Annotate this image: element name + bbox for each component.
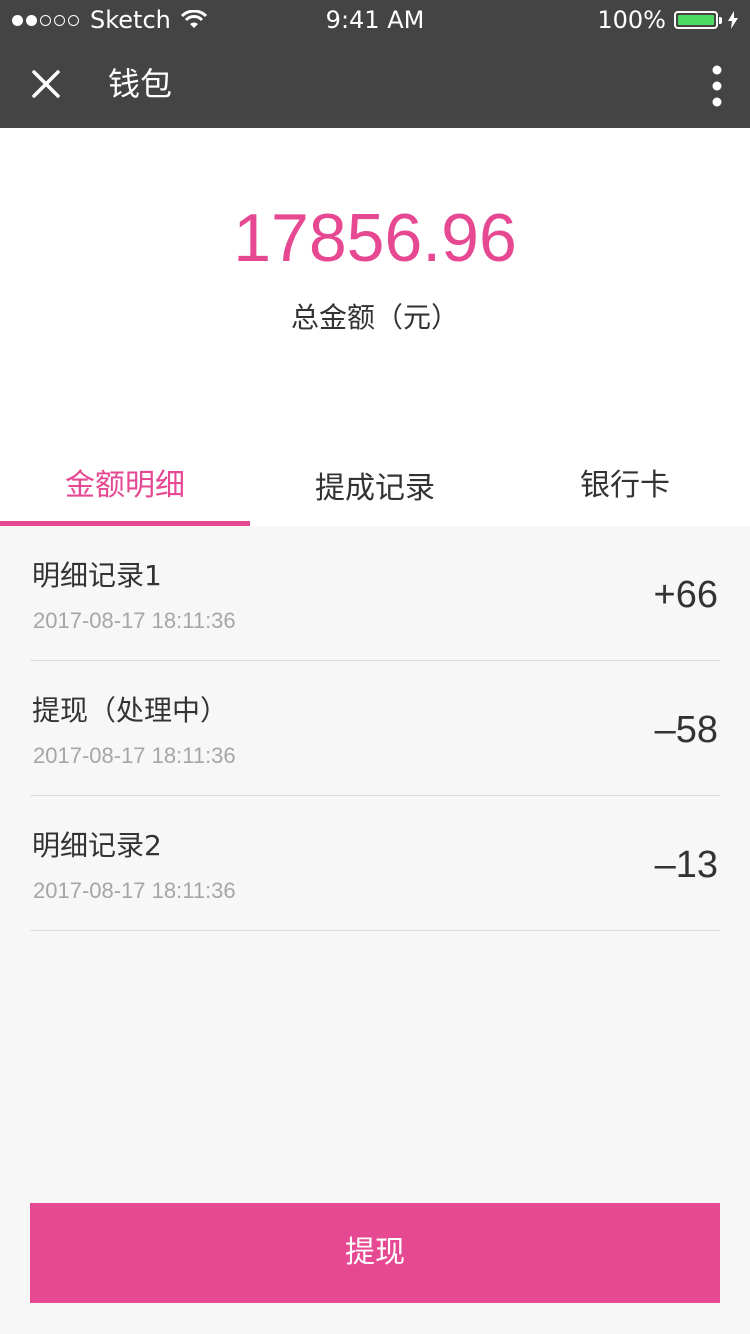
total-amount-label: 总金额（元）: [290, 301, 459, 334]
tab-bar: 金额明细 提成记录 银行卡: [0, 458, 750, 526]
list-item[interactable]: 明细记录2 2017-08-17 18:11:36 –13: [30, 796, 720, 931]
tab-commission-records[interactable]: 提成记录: [250, 458, 500, 526]
more-vertical-icon: [712, 65, 722, 107]
record-title: 明细记录2: [32, 829, 162, 862]
record-title: 提现（处理中）: [32, 694, 229, 727]
record-amount: –58: [654, 709, 718, 751]
total-amount: 17856.96: [233, 200, 517, 276]
tab-bank-card[interactable]: 银行卡: [500, 458, 750, 526]
battery-percent: 100%: [597, 6, 666, 34]
tab-label: 提成记录: [315, 471, 435, 506]
battery-fill: [678, 15, 714, 25]
record-title: 明细记录1: [32, 559, 162, 592]
record-amount: +66: [653, 574, 718, 616]
page-title: 钱包: [108, 65, 173, 103]
list-item[interactable]: 明细记录1 2017-08-17 18:11:36 +66: [30, 526, 720, 661]
more-button[interactable]: [702, 64, 732, 108]
tab-label: 金额明细: [65, 468, 185, 503]
status-bar: Sketch 9:41 AM 100%: [0, 0, 750, 40]
tab-amount-details[interactable]: 金额明细: [0, 458, 250, 526]
status-right: 100%: [597, 6, 738, 34]
nav-bar: 钱包: [0, 40, 750, 128]
records-list: 明细记录1 2017-08-17 18:11:36 +66 提现（处理中） 20…: [30, 526, 720, 931]
list-item[interactable]: 提现（处理中） 2017-08-17 18:11:36 –58: [30, 661, 720, 796]
balance-summary: 17856.96 总金额（元）: [0, 128, 750, 458]
record-amount: –13: [654, 844, 718, 886]
withdraw-button[interactable]: 提现: [30, 1203, 720, 1303]
close-icon: [32, 70, 60, 98]
battery-tip: [719, 16, 722, 24]
tab-label: 银行卡: [580, 468, 670, 503]
record-time: 2017-08-17 18:11:36: [33, 608, 236, 633]
record-time: 2017-08-17 18:11:36: [33, 743, 236, 768]
record-time: 2017-08-17 18:11:36: [33, 878, 236, 903]
battery-icon: [674, 11, 718, 29]
charging-bolt-icon: [728, 11, 738, 29]
close-button[interactable]: [22, 60, 70, 108]
